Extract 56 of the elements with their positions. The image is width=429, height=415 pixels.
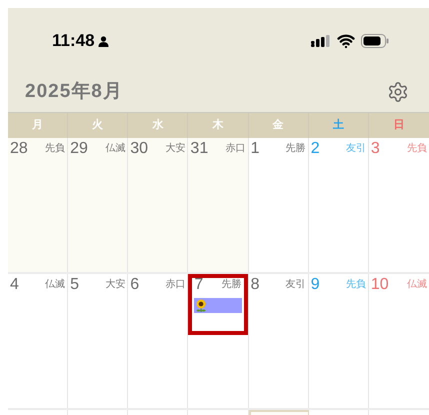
date-number: 29 [70,140,88,158]
day-cell[interactable]: 8 友引 [248,274,309,408]
day-cell[interactable]: 4 仏滅 [8,274,68,408]
signal-icon [311,35,331,47]
date-number: 3 [370,140,380,158]
rokuyo-label: 先負 [45,142,66,156]
wifi-icon [337,32,355,50]
rokuyo-label: 仏滅 [406,278,427,292]
day-cell[interactable]: 6 赤口 [128,274,188,408]
day-cell[interactable]: 28 先負 [8,138,68,272]
day-cell[interactable]: 7 先勝 [188,274,249,408]
rokuyo-label: 友引 [286,278,306,292]
day-cell[interactable]: 30 大安 [128,138,188,272]
day-cell[interactable]: 31 赤口 [188,138,249,272]
rokuyo-label: 赤口 [165,278,186,292]
weekday-label: 月 [32,118,44,134]
date-number: 31 [190,140,208,158]
status-time: 11:48 [52,30,95,52]
weekday-label: 土 [332,118,344,134]
date-number: 10 [370,276,389,294]
rokuyo-label: 大安 [105,278,126,292]
day-cell[interactable]: 1 先勝 [248,138,309,272]
date-number: 9 [310,276,320,294]
settings-icon[interactable] [387,81,409,103]
rokuyo-label: 先勝 [286,142,306,156]
day-cell[interactable]: 2 友引 [308,138,369,272]
rokuyo-label: 仏滅 [45,278,66,292]
day-cell[interactable]: 9 先負 [308,274,369,408]
date-number: 8 [250,276,260,294]
weekday-label: 火 [92,118,104,134]
date-number: 30 [130,140,148,158]
day-cell[interactable]: 5 大安 [68,274,128,408]
rokuyo-label: 仏滅 [105,142,126,156]
month-title: 2025年8月 [25,80,123,104]
rokuyo-label: 大安 [165,142,186,156]
date-number: 1 [250,140,260,158]
rokuyo-label: 赤口 [226,142,246,156]
date-number: 7 [194,276,204,294]
date-number: 6 [130,276,140,294]
weekday-label: 水 [152,118,164,134]
battery-icon [361,34,389,48]
rokuyo-label: 友引 [346,142,366,156]
rokuyo-label: 先負 [406,142,427,156]
event-bar[interactable] [194,298,242,313]
rokuyo-label: 先勝 [222,278,242,292]
day-cell[interactable]: 29 仏滅 [68,138,128,272]
weekday-label: 金 [272,118,284,134]
date-number: 28 [10,140,28,158]
date-number: 2 [310,140,320,158]
weekday-label: 木 [212,118,224,134]
rokuyo-label: 先負 [346,278,366,292]
person-icon [98,36,109,46]
date-number: 5 [70,276,80,294]
date-number: 4 [10,276,19,294]
sunflower-icon [195,299,208,312]
weekday-label: 日 [393,118,404,134]
